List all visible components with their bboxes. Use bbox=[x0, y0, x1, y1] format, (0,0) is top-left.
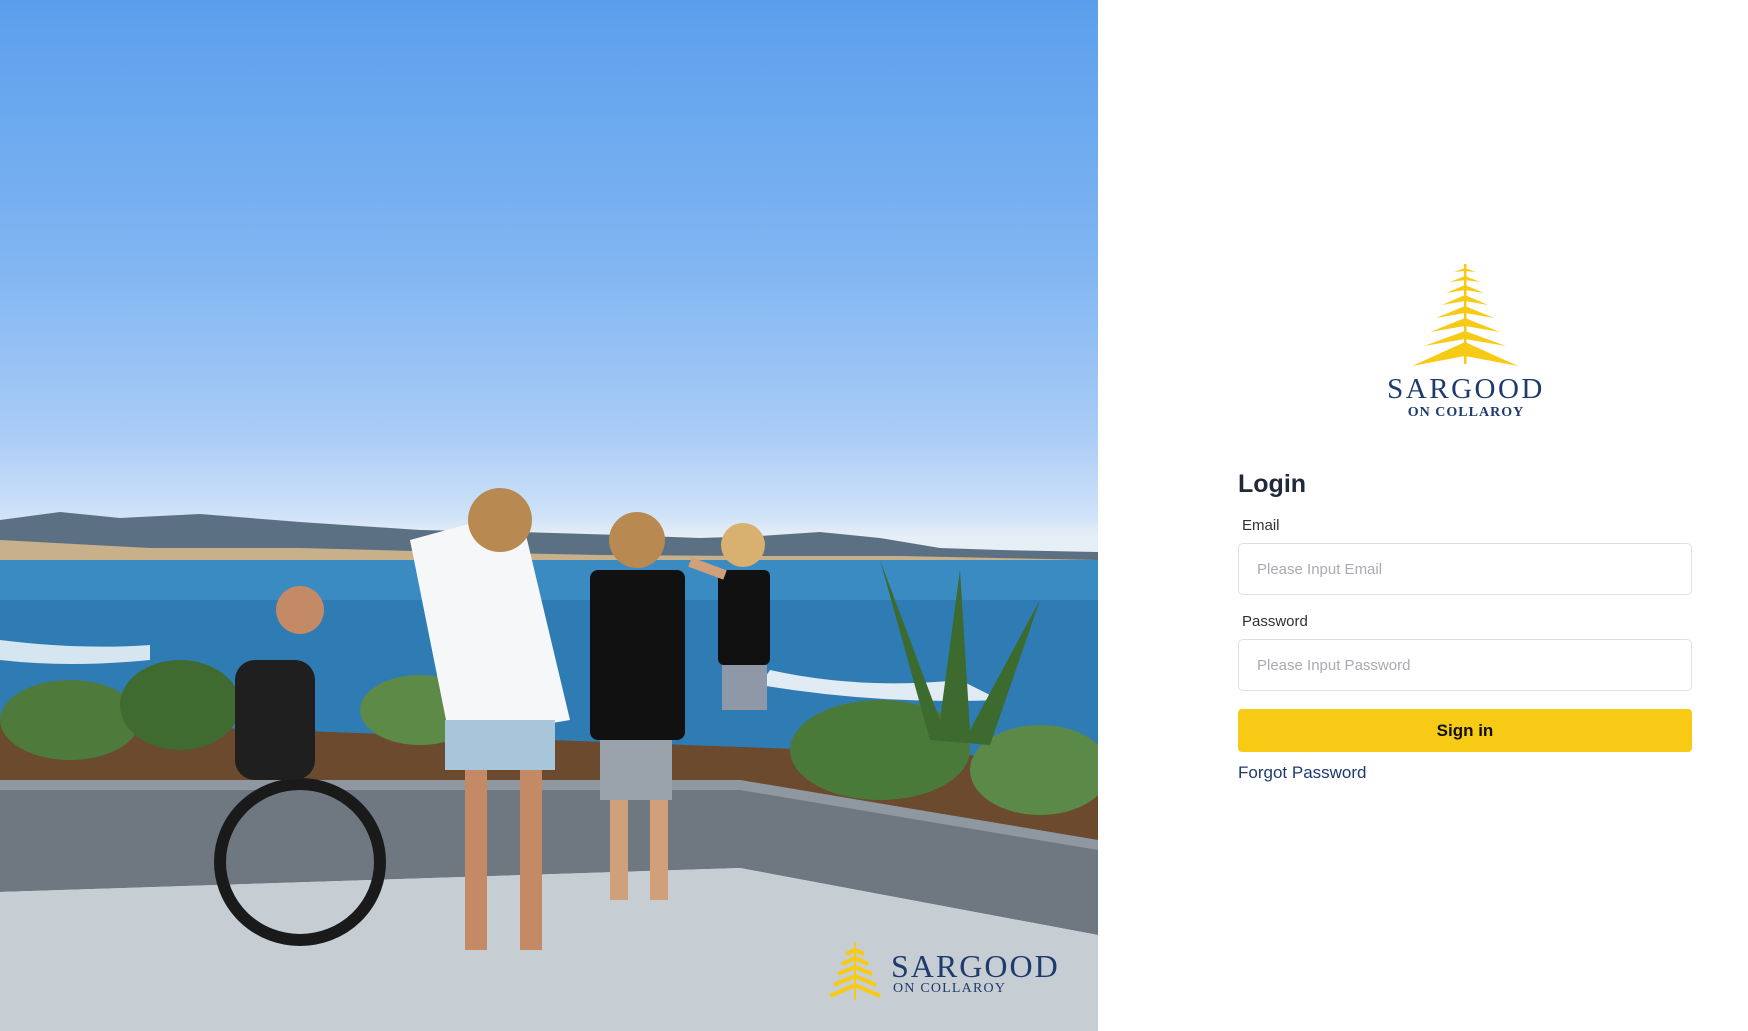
login-form: Login Email Password Sign in Forgot Pass… bbox=[1238, 470, 1692, 783]
logo-subtitle: ON COLLAROY bbox=[1407, 405, 1525, 420]
fern-tree-icon bbox=[829, 942, 881, 1000]
hero-photo: SARGOOD ON COLLAROY bbox=[0, 0, 1098, 1031]
brand-logo: SARGOOD ON COLLAROY bbox=[1370, 262, 1560, 422]
login-title: Login bbox=[1238, 470, 1307, 498]
fern-tree-icon bbox=[1412, 264, 1518, 366]
forgot-password-link[interactable]: Forgot Password bbox=[1238, 763, 1367, 783]
sign-in-button[interactable]: Sign in bbox=[1238, 709, 1692, 752]
email-field[interactable] bbox=[1238, 543, 1692, 595]
password-field[interactable] bbox=[1238, 639, 1692, 691]
email-label: Email bbox=[1242, 517, 1280, 534]
beach-scene-illustration bbox=[0, 488, 1098, 1031]
logo-brand-name: SARGOOD bbox=[1387, 373, 1545, 405]
hero-logo-brand: SARGOOD bbox=[891, 948, 1060, 984]
password-label: Password bbox=[1242, 613, 1308, 630]
hero-logo-watermark: SARGOOD ON COLLAROY bbox=[826, 940, 1058, 1002]
hero-logo-subtitle: ON COLLAROY bbox=[893, 981, 1007, 996]
